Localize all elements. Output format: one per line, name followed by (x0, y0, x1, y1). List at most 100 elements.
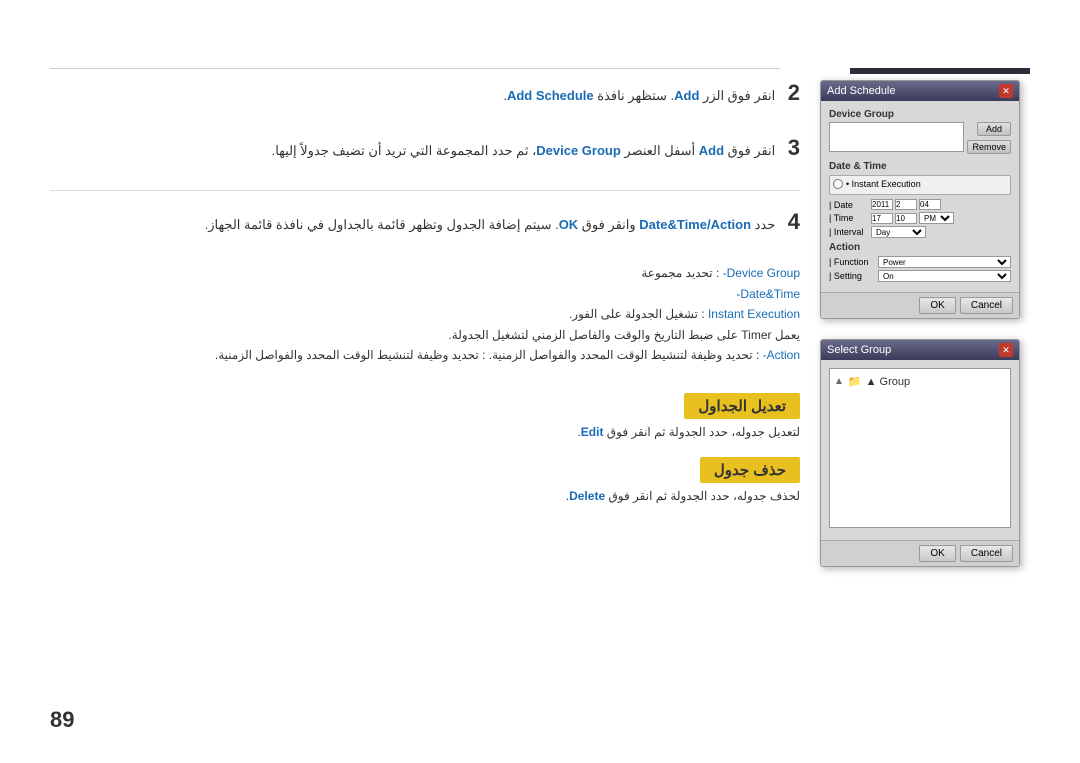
step-4-block: 4 حدد Date&Time/Action وانقر فوق OK. سيت… (50, 209, 800, 366)
date-time-bullet: Date&Time- (50, 284, 800, 304)
action-label: Action- (763, 348, 800, 362)
step-3-entry: 3 انقر فوق Add أسفل العنصر Device Group،… (50, 135, 800, 162)
page-number: 89 (50, 707, 74, 733)
device-group-remove-button[interactable]: Remove (967, 140, 1011, 154)
step-3-highlight-group: Device Group (536, 143, 621, 158)
top-divider (50, 68, 780, 69)
top-right-bar (850, 68, 1030, 74)
device-group-add-button[interactable]: Add (977, 122, 1011, 136)
delete-heading: حذف جدول (700, 457, 800, 483)
step-4-highlight-datetime: Date&Time/Action (639, 217, 751, 232)
step-3-text: انقر فوق Add أسفل العنصر Device Group، ث… (272, 143, 776, 158)
step-3-highlight-add: Add (699, 143, 724, 158)
action-desc: : تحديد وظيفة لتنشيط الوقت المحدد والفوا… (489, 348, 760, 362)
step-2-highlight-add: Add (674, 88, 699, 103)
add-schedule-title: Add Schedule (827, 85, 896, 97)
left-text: 2 انقر فوق الزر Add. ستظهر نافذة Add Sch… (50, 80, 820, 703)
time-row: | Time PM AM (829, 212, 1011, 224)
date-day-input[interactable] (919, 199, 941, 210)
instant-radio-label: • Instant Execution (846, 179, 921, 189)
section-divider (50, 190, 800, 191)
add-schedule-close-button[interactable]: ✕ (999, 84, 1013, 98)
group-tree-item: ▲ 📁 ▲ Group (834, 373, 1006, 390)
delete-section: حذف جدول لحذف جدوله، حدد الجدولة ثم انقر… (50, 449, 800, 503)
setting-label: | Setting (829, 271, 874, 281)
datetime-field-label: Date & Time (829, 161, 1011, 172)
edit-heading: تعديل الجداول (684, 393, 800, 419)
setting-select[interactable]: On Off (878, 270, 1011, 282)
add-schedule-body: Device Group Add Remove Date & Time • In… (821, 101, 1019, 292)
instant-exec-label: Instant Execution (708, 307, 800, 321)
device-group-row: Add Remove (829, 122, 1011, 155)
date-time-label: Date&Time- (736, 287, 800, 301)
select-group-cancel-button[interactable]: Cancel (960, 545, 1013, 562)
add-schedule-titlebar: Add Schedule ✕ (821, 81, 1019, 101)
select-group-footer: OK Cancel (821, 540, 1019, 566)
delete-highlight: Delete (569, 489, 605, 503)
date-label: | Date (829, 200, 869, 210)
action-desc2: : تحديد وظيفة لتنشيط الوقت المحدد والفوا… (215, 348, 486, 362)
right-panels: Add Schedule ✕ Device Group Add Remove D… (820, 80, 1030, 703)
delete-text: لحذف جدوله، حدد الجدولة ثم انقر فوق Dele… (50, 489, 800, 503)
action-section: Action | Function Power | Setting On Off (829, 242, 1011, 282)
device-group-label: Device Group- (723, 266, 800, 280)
interval-select[interactable]: Day Week Month (871, 226, 926, 238)
instant-exec-desc: : تشغيل الجدولة على الفور. (569, 307, 705, 321)
action-field-label: Action (829, 242, 1011, 253)
step-4-number: 4 (788, 209, 800, 234)
select-group-ok-button[interactable]: OK (919, 545, 955, 562)
tree-arrow-icon: ▲ (834, 376, 844, 387)
interval-row: | Interval Day Week Month (829, 226, 1011, 238)
timer-bullet: يعمل Timer على ضبط التاريخ والوقت والفاص… (50, 325, 800, 345)
instant-exec-box: • Instant Execution (829, 175, 1011, 195)
device-group-buttons: Add Remove (967, 122, 1011, 155)
function-select[interactable]: Power (878, 256, 1011, 268)
select-group-close-button[interactable]: ✕ (999, 343, 1013, 357)
step-2-text: انقر فوق الزر Add. ستظهر نافذة Add Sched… (503, 88, 775, 103)
group-tree-area[interactable]: ▲ 📁 ▲ Group (829, 368, 1011, 528)
folder-icon: 📁 (848, 375, 862, 388)
device-group-input[interactable] (829, 122, 964, 152)
select-group-body: ▲ 📁 ▲ Group (821, 360, 1019, 540)
step-2-number: 2 (788, 80, 800, 105)
time-min-input[interactable] (895, 213, 917, 224)
add-schedule-cancel-button[interactable]: Cancel (960, 297, 1013, 314)
date-row: | Date (829, 199, 1011, 210)
time-label: | Time (829, 213, 869, 223)
group-label: ▲ Group (866, 376, 911, 388)
instant-radio[interactable] (833, 179, 843, 189)
edit-heading-wrapper: تعديل الجداول (50, 385, 800, 425)
select-group-dialog: Select Group ✕ ▲ 📁 ▲ Group OK Cancel (820, 339, 1020, 567)
step-4-text: حدد Date&Time/Action وانقر فوق OK. سيتم … (205, 217, 776, 232)
instant-exec-bullet: Instant Execution : تشغيل الجدولة على ال… (50, 304, 800, 324)
time-hour-input[interactable] (871, 213, 893, 224)
delete-heading-wrapper: حذف جدول (50, 449, 800, 489)
date-year-input[interactable] (871, 199, 893, 210)
function-label: | Function (829, 257, 874, 267)
edit-section: تعديل الجداول لتعديل جدوله، حدد الجدولة … (50, 385, 800, 439)
step-4-entry: 4 حدد Date&Time/Action وانقر فوق OK. سيت… (50, 209, 800, 236)
edit-highlight: Edit (581, 425, 604, 439)
date-month-input[interactable] (895, 199, 917, 210)
select-group-titlebar: Select Group ✕ (821, 340, 1019, 360)
action-bullet: Action- : تحديد وظيفة لتنشيط الوقت المحد… (50, 345, 800, 365)
add-schedule-footer: OK Cancel (821, 292, 1019, 318)
device-group-field-label: Device Group (829, 109, 1011, 120)
time-ampm-select[interactable]: PM AM (919, 212, 954, 224)
step-2-highlight-schedule: Add Schedule (507, 88, 594, 103)
function-row: | Function Power (829, 256, 1011, 268)
edit-text: لتعديل جدوله، حدد الجدولة ثم انقر فوق Ed… (50, 425, 800, 439)
step-3-number: 3 (788, 135, 800, 160)
select-group-title: Select Group (827, 344, 891, 356)
setting-row: | Setting On Off (829, 270, 1011, 282)
interval-label: | Interval (829, 227, 869, 237)
content-area: 2 انقر فوق الزر Add. ستظهر نافذة Add Sch… (50, 80, 1030, 703)
step-4-highlight-ok: OK (559, 217, 579, 232)
instant-radio-row: • Instant Execution (833, 179, 1007, 189)
add-schedule-ok-button[interactable]: OK (919, 297, 955, 314)
device-group-desc: : تحديد مجموعة (641, 266, 719, 280)
step-2-entry: 2 انقر فوق الزر Add. ستظهر نافذة Add Sch… (50, 80, 800, 107)
timer-desc: يعمل Timer على ضبط التاريخ والوقت والفاص… (448, 328, 800, 342)
device-group-bullet: Device Group- : تحديد مجموعة (50, 263, 800, 283)
add-schedule-dialog: Add Schedule ✕ Device Group Add Remove D… (820, 80, 1020, 319)
